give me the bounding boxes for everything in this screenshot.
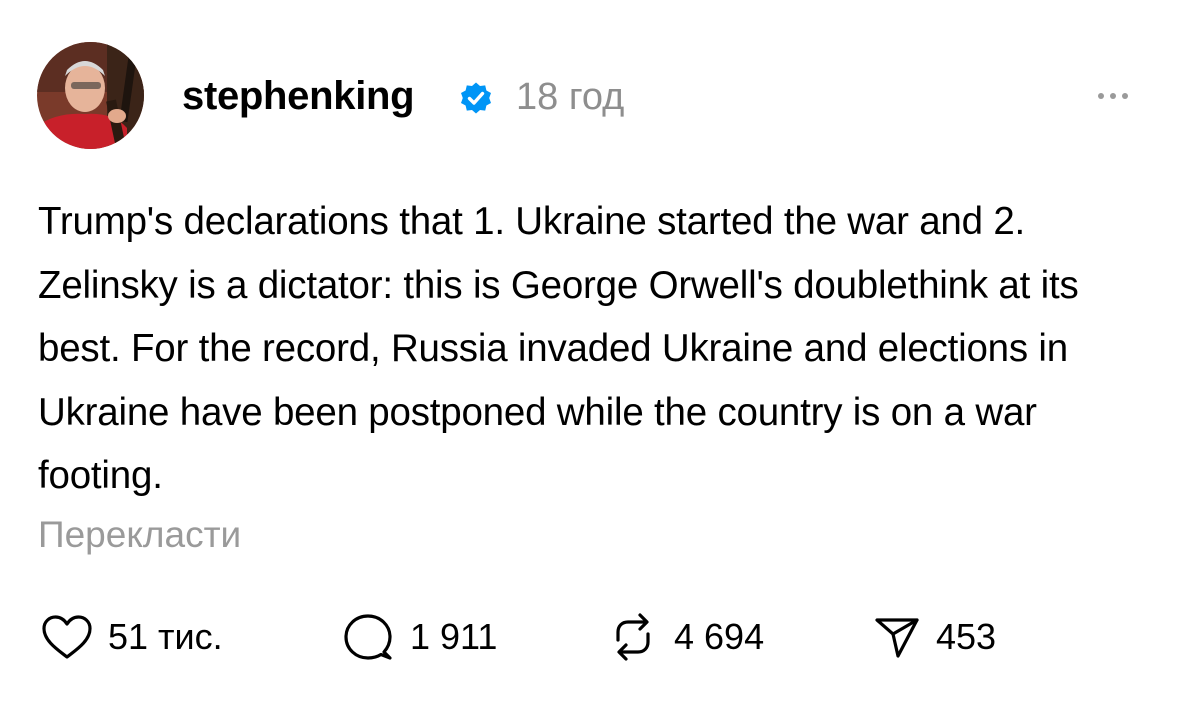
more-dot-icon <box>1098 93 1104 99</box>
heart-icon <box>42 615 92 659</box>
reply-button[interactable]: 1 911 <box>340 605 497 669</box>
share-count: 453 <box>936 616 997 657</box>
like-count: 51 тис. <box>108 616 223 657</box>
translate-link[interactable]: Перекласти <box>38 510 241 560</box>
comment-icon <box>344 614 392 660</box>
avatar[interactable] <box>37 42 144 149</box>
share-button[interactable]: 453 <box>872 605 996 669</box>
more-dot-icon <box>1122 93 1128 99</box>
more-options-button[interactable] <box>1090 84 1136 108</box>
username[interactable]: stephenking <box>182 70 415 122</box>
post-text: Trump's declarations that 1. Ukraine sta… <box>38 200 1079 497</box>
verified-badge-icon <box>461 82 491 114</box>
repost-button[interactable]: 4 694 <box>606 605 764 669</box>
avatar-image <box>37 42 144 149</box>
reply-count: 1 911 <box>410 616 498 657</box>
repost-icon <box>616 613 650 661</box>
action-bar: 51 тис. 1 911 4 694 453 <box>0 605 1179 669</box>
more-dot-icon <box>1110 93 1116 99</box>
post-timestamp: 18 год <box>516 76 625 118</box>
like-button[interactable]: 51 тис. <box>40 605 223 669</box>
send-icon <box>875 618 919 658</box>
repost-count: 4 694 <box>674 616 765 657</box>
thread-post: stephenking 18 год Trump's declarations … <box>0 0 1179 705</box>
